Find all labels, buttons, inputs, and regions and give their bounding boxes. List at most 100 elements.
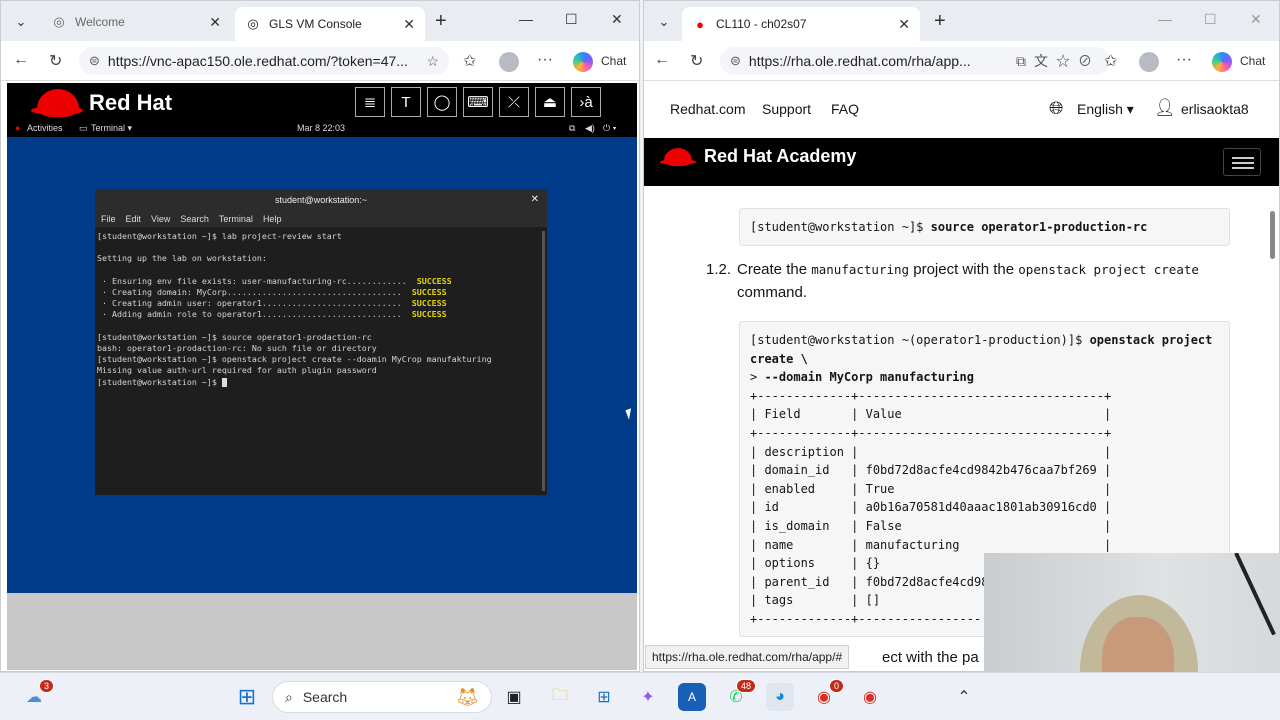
upload-icon[interactable]: ⏏ [535,87,565,117]
site-info-icon[interactable]: ⊜ [89,53,100,69]
tab-actions-chevron-icon[interactable]: ⌄ [652,10,676,34]
terminal-titlebar: student@workstation:~ ✕ [95,189,547,211]
globe-icon[interactable]: 🌐︎ [1049,98,1063,119]
app-menu[interactable]: Terminal ▾ [91,123,132,134]
table-line: | is_domain | False | [750,518,1112,533]
tab-gls-vm-console[interactable]: ◎ GLS VM Console ✕ [235,7,425,41]
translate-icon[interactable]: ›à [571,87,601,117]
power-icon[interactable]: ⏻ ▾ [603,123,616,134]
back-icon[interactable]: ← [654,51,670,69]
profile-avatar[interactable] [1139,52,1159,72]
terminal-window[interactable]: student@workstation:~ ✕ File Edit View S… [95,189,547,495]
menu-search[interactable]: Search [180,214,209,224]
favorite-star-icon[interactable]: ☆ [426,53,439,70]
edge-icon[interactable]: ◕ [766,683,794,711]
text-icon[interactable]: T [391,87,421,117]
close-window-icon[interactable]: ✕ [611,11,623,28]
chrome-profile-icon[interactable]: ◉ [856,683,884,711]
menu-terminal[interactable]: Terminal [219,214,253,224]
minimize-icon[interactable]: — [519,11,533,27]
hamburger-menu-icon[interactable] [1223,148,1261,176]
clock[interactable]: Mar 8 22:03 [297,123,345,133]
chrome-icon[interactable]: ◉ 0 [810,679,844,711]
profile-avatar[interactable] [499,52,519,72]
network-icon[interactable]: ⧉ [569,123,575,134]
activities-button[interactable]: Activities [27,123,63,133]
terminal-output[interactable]: [student@workstation ~]$ lab project-rev… [95,227,547,392]
more-menu-icon[interactable]: ··· [1176,51,1192,69]
close-window-icon[interactable]: ✕ [1250,11,1262,28]
terminal-line-text: · Creating admin user: operator1........… [97,298,412,309]
code-prompt: > [750,370,765,385]
table-line: | domain_id | f0bd72d8acfe4cd9842b476caa… [750,463,1112,478]
whatsapp-icon[interactable]: ✆ 48 [722,679,756,711]
tab-actions-chevron-icon[interactable]: ⌄ [9,10,33,34]
file-explorer-icon[interactable]: 🗀︎ [546,683,574,711]
more-menu-icon[interactable]: ··· [537,51,553,69]
menu-view[interactable]: View [151,214,170,224]
copilot-icon[interactable] [573,52,593,72]
tab-welcome[interactable]: ◎ Welcome ✕ [41,7,231,37]
task-view-icon[interactable]: ▣ [500,683,528,711]
address-bar-actions-icon[interactable]: ⧉文☆⊘ [1016,51,1100,71]
nav-support-link[interactable]: Support [762,101,811,117]
code-command: source operator1-production-rc [930,220,1148,234]
menu-help[interactable]: Help [263,214,282,224]
address-bar[interactable]: ⊜ https://rha.ole.redhat.com/rha/app... … [720,47,1110,75]
taskbar-search[interactable]: ⌕ Search 🦊︎ [272,681,492,713]
new-tab-icon[interactable]: + [934,11,946,31]
maximize-icon[interactable]: ☐ [565,11,578,28]
tab-cl110[interactable]: ● CL110 - ch02s07 ✕ [682,7,920,41]
step-1-2: 1.2. Create the manufacturing project wi… [706,258,1246,304]
terminal-line-text: · Ensuring env file exists: user-manufac… [97,275,417,286]
nav-faq-link[interactable]: FAQ [831,101,859,117]
azure-icon[interactable]: A [678,683,706,711]
menu-file[interactable]: File [101,214,116,224]
site-info-icon[interactable]: ⊜ [730,53,741,69]
windows-start-icon[interactable]: ⊞ [233,683,261,711]
nav-redhat-link[interactable]: Redhat.com [670,101,745,117]
new-tab-icon[interactable]: + [435,11,447,31]
copilot-icon[interactable] [1212,52,1232,72]
favorites-icon[interactable]: ✩ [1104,51,1117,71]
volume-icon[interactable]: ◀) [585,123,595,134]
weather-icon[interactable]: ☁ 3 [20,679,54,711]
user-icon[interactable]: 👤︎ [1154,98,1176,118]
reload-icon[interactable]: ↻ [690,51,703,71]
globe-icon: ◎ [53,14,65,29]
tab-bar: ⌄ ● CL110 - ch02s07 ✕ + — ☐ ✕ [644,1,1279,41]
chat-label[interactable]: Chat [601,54,626,68]
success-label: SUCCESS [411,287,447,298]
terminal-scrollbar[interactable] [542,231,545,491]
show-hidden-icons-chevron-icon[interactable]: ⌃ [950,683,978,711]
close-tab-icon[interactable]: ✕ [209,14,221,31]
copilot-app-icon[interactable]: ✦ [634,683,662,711]
close-tab-icon[interactable]: ✕ [403,16,415,33]
close-tab-icon[interactable]: ✕ [898,16,910,33]
academy-logo[interactable]: Red Hat Academy [660,146,856,167]
no-mouse-icon[interactable]: ⤫ [499,87,529,117]
reload-icon[interactable]: ↻ [49,51,62,71]
document-icon[interactable]: ≣ [355,87,385,117]
redhat-logo: Red Hat [31,89,172,117]
minimize-icon[interactable]: — [1158,11,1172,27]
favorites-icon[interactable]: ✩ [463,51,476,71]
vnc-console[interactable]: Red Hat ≣ T ◯ ⌨ ⤫ ⏏ ›à ● Activities ▭ Te… [7,83,637,670]
chat-label[interactable]: Chat [1240,54,1265,68]
language-selector[interactable]: English ▾ [1077,101,1134,118]
username[interactable]: erlisaokta8 [1181,101,1249,117]
store-icon[interactable]: ⊞ [590,683,618,711]
vnc-unused-area [7,593,637,670]
maximize-icon[interactable]: ☐ [1204,11,1217,28]
address-bar[interactable]: ⊜ https://vnc-apac150.ole.redhat.com/?to… [79,47,449,75]
terminal-line: Setting up the lab on workstation: [97,253,267,264]
menu-edit[interactable]: Edit [126,214,142,224]
keyboard-icon[interactable]: ⌨ [463,87,493,117]
terminal-close-icon[interactable]: ✕ [531,189,539,211]
back-icon[interactable]: ← [13,51,29,69]
refresh-icon[interactable]: ◯ [427,87,457,117]
page-scrollbar[interactable] [1270,211,1275,259]
url-text: https://rha.ole.redhat.com/rha/app... [748,53,971,69]
